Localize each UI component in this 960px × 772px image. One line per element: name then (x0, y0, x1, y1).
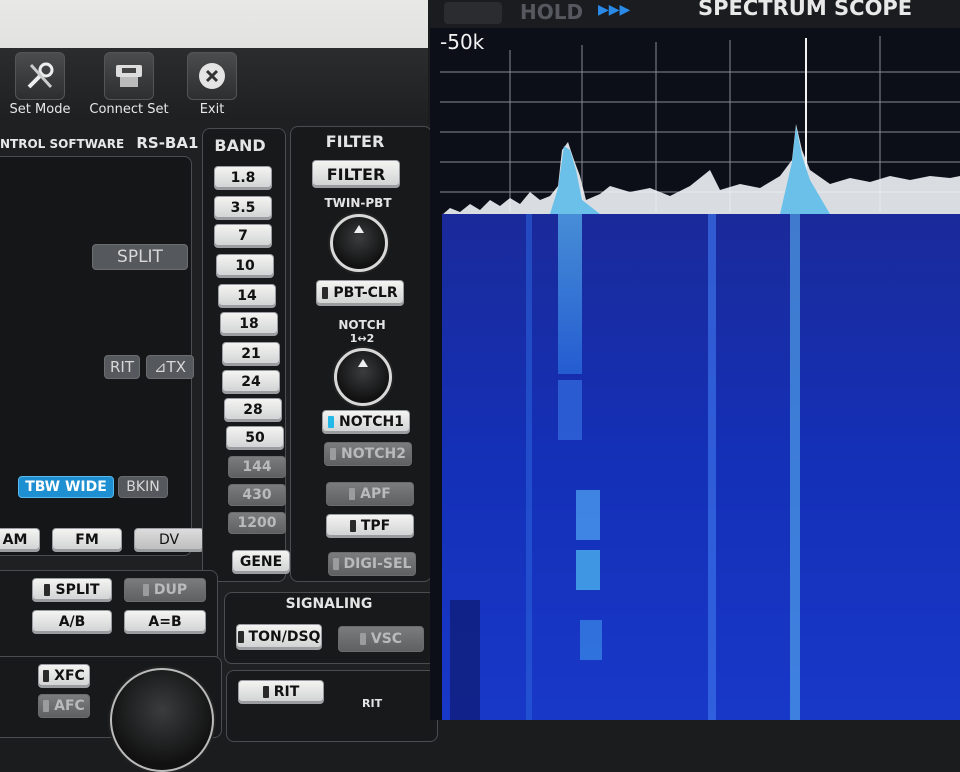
xfc-button[interactable]: XFC (38, 664, 90, 688)
scope-title: SPECTRUM SCOPE (698, 0, 913, 20)
tpf-label: TPF (360, 518, 391, 534)
exit-label: Exit (199, 102, 225, 117)
scope-control-icon[interactable] (444, 2, 502, 24)
scope-header: HOLD ▶▶▶ SPECTRUM SCOPE (430, 0, 960, 28)
tbw-wide-indicator[interactable]: TBW WIDE (18, 476, 114, 498)
vsc-label: VSC (370, 631, 403, 647)
connector-icon (104, 52, 154, 100)
control-panel: NTROL SOFTWARE RS-BA1 SPLIT RIT ⊿TX TBW … (0, 124, 440, 772)
band-button-14[interactable]: 14 (218, 284, 276, 308)
band-button-50[interactable]: 50 (226, 426, 284, 450)
band-button-18[interactable]: 18 (220, 312, 278, 336)
signaling-title: SIGNALING (285, 596, 373, 612)
ton-dsq-button[interactable]: TON/DSQ (236, 624, 322, 650)
notch-label: NOTCH (338, 318, 386, 332)
exit-button[interactable]: Exit (172, 48, 252, 122)
spectrum-scope[interactable]: -50k (430, 0, 960, 720)
delta-tx-indicator[interactable]: ⊿TX (146, 355, 194, 379)
twin-pbt-label: TWIN-PBT (324, 196, 392, 210)
twin-pbt-knob[interactable] (330, 214, 388, 272)
connect-set-label: Connect Set (89, 102, 169, 117)
afc-label: AFC (54, 698, 85, 714)
vsc-button[interactable]: VSC (338, 626, 424, 652)
set-mode-button[interactable]: Set Mode (0, 48, 80, 122)
band-button-3-5[interactable]: 3.5 (214, 196, 272, 220)
band-button-10[interactable]: 10 (216, 254, 274, 278)
split-indicator[interactable]: SPLIT (92, 244, 188, 270)
filter-title: FILTER (325, 132, 385, 151)
band-button-1-8[interactable]: 1.8 (214, 166, 272, 190)
notch-knob[interactable] (334, 348, 392, 406)
wrench-screwdriver-icon (15, 52, 65, 100)
notch2-label: NOTCH2 (341, 446, 406, 462)
rit-label: RIT (273, 684, 300, 700)
notch-sub-label: 1↔2 (349, 332, 375, 345)
notch2-button[interactable]: NOTCH2 (324, 442, 412, 466)
a-equals-b-button[interactable]: A=B (124, 610, 206, 634)
dup-button[interactable]: DUP (124, 578, 206, 602)
apf-label: APF (360, 486, 391, 502)
notch1-label: NOTCH1 (339, 414, 404, 430)
apf-button[interactable]: APF (326, 482, 414, 506)
xfc-label: XFC (54, 668, 85, 684)
speed-arrows-icon[interactable]: ▶▶▶ (598, 2, 630, 18)
band-title: BAND (214, 136, 266, 155)
afc-button[interactable]: AFC (38, 694, 90, 718)
notch1-button[interactable]: NOTCH1 (322, 410, 410, 434)
span-label: -50k (440, 30, 485, 54)
split-label: SPLIT (55, 582, 100, 598)
mode-fm-button[interactable]: FM (52, 528, 122, 552)
mode-dv-button[interactable]: DV (134, 528, 204, 552)
close-icon (187, 52, 237, 100)
pbt-clr-label: PBT-CLR (333, 285, 398, 301)
band-button-430[interactable]: 430 (228, 484, 286, 506)
pbt-clr-button[interactable]: PBT-CLR (316, 280, 404, 306)
band-button-7[interactable]: 7 (214, 224, 272, 248)
band-button-24[interactable]: 24 (222, 370, 280, 394)
connect-set-button[interactable]: Connect Set (84, 48, 174, 122)
digi-sel-label: DIGI-SEL (343, 556, 412, 572)
dup-label: DUP (153, 582, 188, 598)
filter-button[interactable]: FILTER (312, 160, 400, 188)
ton-dsq-label: TON/DSQ (248, 629, 321, 645)
rit-knob-label: RIT (362, 697, 383, 710)
set-mode-label: Set Mode (9, 102, 71, 117)
app-title-right: RS-BA1 (136, 134, 199, 152)
waterfall-display (430, 0, 960, 720)
a-b-button[interactable]: A/B (32, 610, 112, 634)
bkin-indicator[interactable]: BKIN (118, 476, 168, 498)
band-button-21[interactable]: 21 (222, 342, 280, 366)
band-button-144[interactable]: 144 (228, 456, 286, 478)
app-title: NTROL SOFTWARE RS-BA1 (0, 134, 198, 152)
digi-sel-button[interactable]: DIGI-SEL (328, 552, 416, 576)
band-button-1200[interactable]: 1200 (228, 512, 286, 534)
split-button[interactable]: SPLIT (32, 578, 112, 602)
band-button-28[interactable]: 28 (224, 398, 282, 422)
tpf-button[interactable]: TPF (326, 514, 414, 538)
rit-button[interactable]: RIT (238, 680, 324, 704)
band-button-gene[interactable]: GENE (232, 550, 290, 574)
toolbar: Set Mode Connect Set Exit (0, 0, 428, 130)
mode-am-button[interactable]: AM (0, 528, 40, 552)
main-dial-knob[interactable] (110, 668, 214, 772)
hold-button[interactable]: HOLD (520, 0, 583, 24)
app-title-left: NTROL SOFTWARE (0, 137, 125, 151)
rit-indicator[interactable]: RIT (104, 355, 140, 379)
